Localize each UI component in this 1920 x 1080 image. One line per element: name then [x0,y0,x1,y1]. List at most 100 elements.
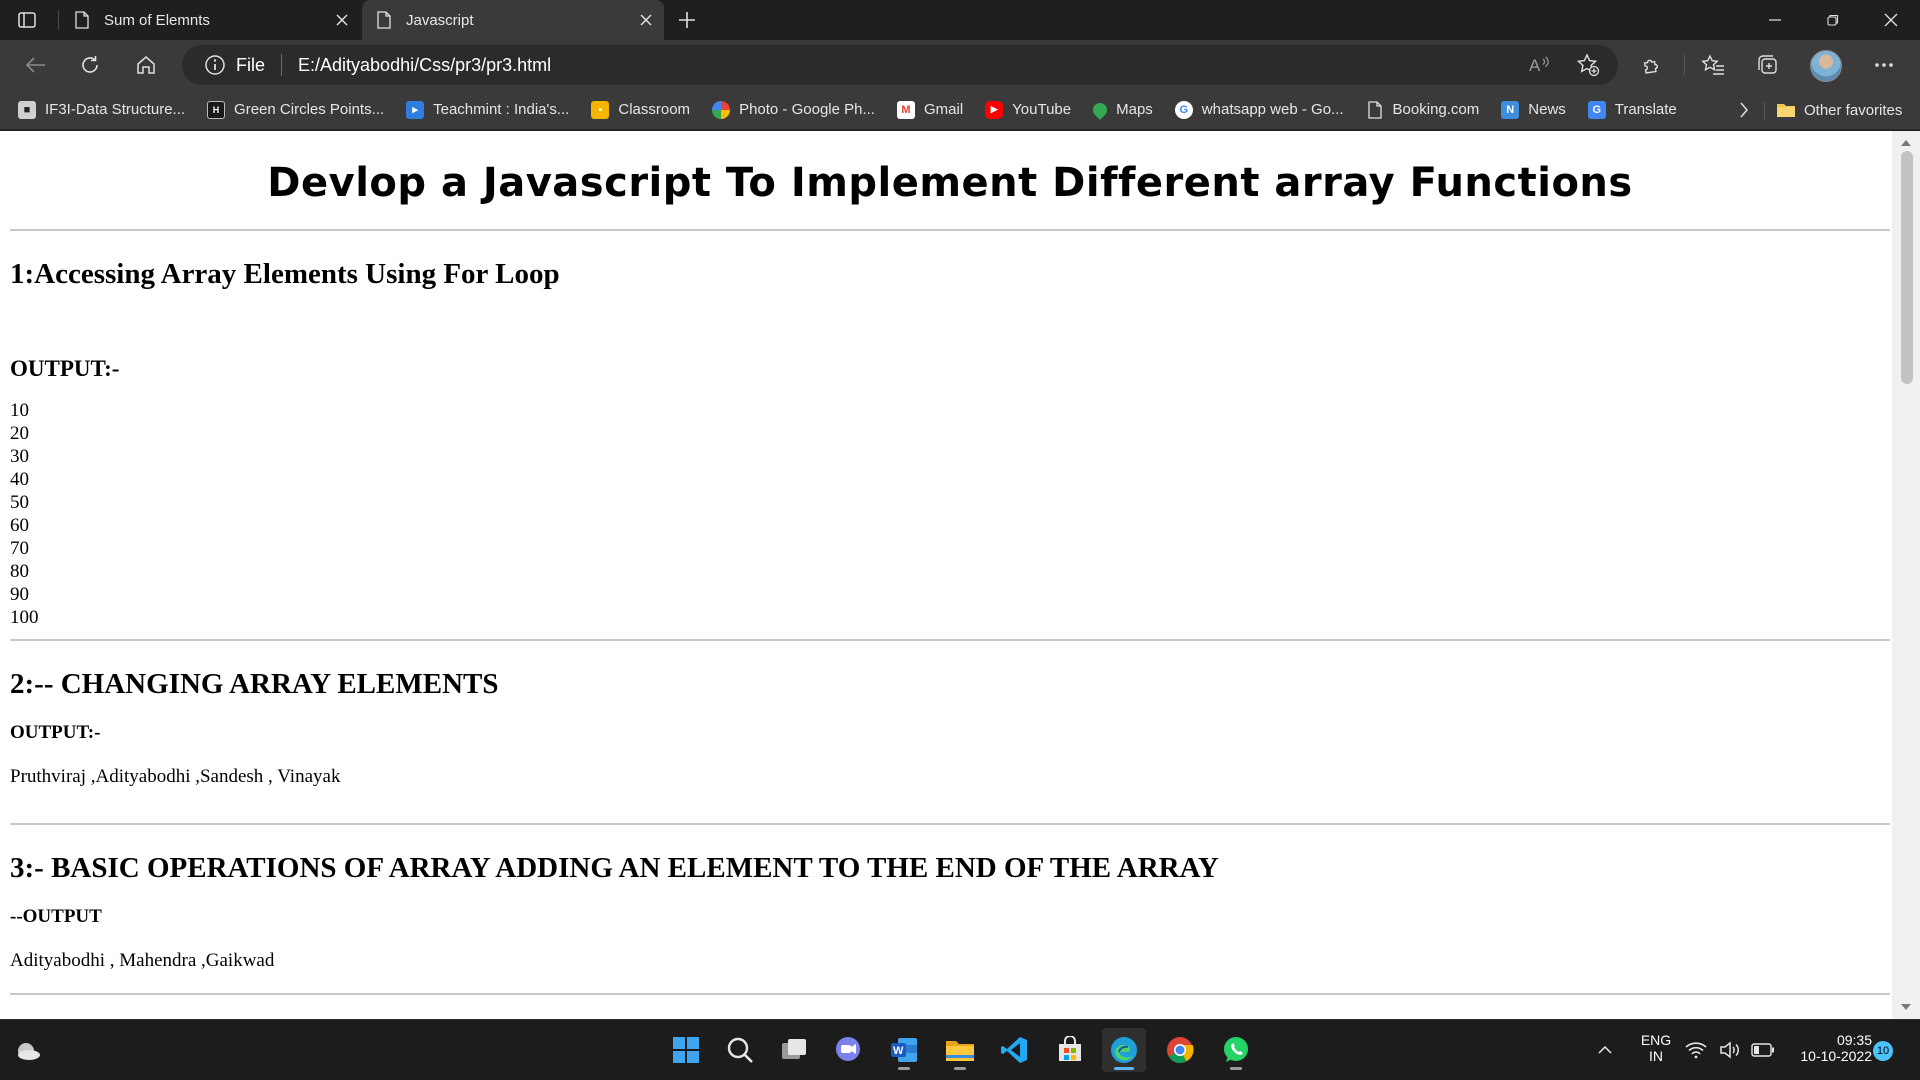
favorites-bar: ■ IF3I-Data Structure... H Green Circles… [0,90,1920,130]
edge-icon[interactable] [1102,1028,1146,1072]
whatsapp-icon[interactable] [1214,1028,1258,1072]
running-indicator [954,1067,966,1070]
favorite-youtube[interactable]: ▶ YouTube [985,100,1072,119]
file-explorer-icon[interactable] [938,1028,982,1072]
svg-text:W: W [893,1045,904,1057]
favorites-separator [1764,102,1765,120]
favorite-label: whatsapp web - Go... [1201,101,1344,118]
tab-sum-of-elements[interactable]: Sum of Elemnts [60,0,360,40]
read-aloud-icon[interactable]: A [1520,45,1560,85]
favorite-whatsapp-web[interactable]: G whatsapp web - Go... [1174,100,1344,119]
wifi-icon[interactable] [1682,1028,1710,1072]
tab-actions-icon[interactable] [14,8,40,32]
output-value: 20 [10,423,29,444]
tab-javascript[interactable]: Javascript [362,0,664,40]
favorite-maps[interactable]: Maps [1090,99,1153,120]
favorite-booking[interactable]: Booking.com [1366,100,1479,119]
page-icon [376,11,392,29]
task-view-icon[interactable] [772,1028,816,1072]
chrome-icon[interactable] [1158,1028,1202,1072]
divider [10,823,1890,825]
start-icon[interactable] [664,1028,708,1072]
favorite-google-photos[interactable]: Photo - Google Ph... [712,100,875,119]
navigation-toolbar: File E:/Adityabodhi/Css/pr3/pr3.html A [0,40,1920,90]
more-options-icon[interactable] [1864,45,1904,85]
favorite-label: YouTube [1012,101,1072,118]
tab-separator [58,10,59,30]
clock-date: 10-10-2022 [1800,1048,1872,1064]
battery-icon[interactable] [1748,1028,1778,1072]
scroll-up-icon[interactable] [1901,140,1911,146]
output-value: 60 [10,515,29,536]
microsoft-store-icon[interactable] [1048,1028,1092,1072]
scroll-down-icon[interactable] [1901,1004,1911,1010]
address-scheme-label: File [236,54,266,75]
other-favorites[interactable]: Other favorites [1776,90,1902,130]
google-classroom-icon: ▪ [591,100,610,119]
news-icon: N [1501,100,1520,119]
running-indicator [898,1067,910,1070]
notification-badge[interactable]: 10 [1873,1041,1893,1061]
divider [10,993,1890,995]
new-tab-button[interactable] [672,6,702,34]
back-button[interactable] [16,45,56,85]
collections-icon[interactable] [1748,45,1788,85]
output-value: 70 [10,538,29,559]
section-3-heading: 3:- BASIC OPERATIONS OF ARRAY ADDING AN … [10,852,1219,884]
vscode-icon[interactable] [992,1028,1036,1072]
add-favorite-icon[interactable] [1568,45,1608,85]
gmail-icon: M [896,100,915,119]
chevron-right-icon[interactable] [1730,90,1758,130]
google-maps-icon [1090,99,1111,120]
weather-icon[interactable] [6,1028,50,1072]
profile-avatar[interactable] [1810,50,1842,82]
section-1-heading: 1:Accessing Array Elements Using For Loo… [10,258,560,290]
address-url[interactable]: E:/Adityabodhi/Css/pr3/pr3.html [298,55,551,76]
favorite-gmail[interactable]: M Gmail [896,100,964,119]
refresh-button[interactable] [70,45,110,85]
close-icon[interactable] [628,0,664,40]
section-2-heading: 2:-- CHANGING ARRAY ELEMENTS [10,668,499,700]
search-icon[interactable] [718,1028,762,1072]
favorite-translate[interactable]: G Translate [1587,100,1677,119]
favorite-label: Maps [1116,101,1153,118]
favorite-label: Gmail [923,101,964,118]
toolbar-separator [1684,55,1685,75]
vertical-scrollbar[interactable] [1892,131,1920,1019]
hd-icon: H [207,100,226,119]
chevron-up-icon[interactable] [1590,1028,1620,1072]
home-button[interactable] [126,45,166,85]
word-icon[interactable]: W [882,1028,926,1072]
teams-chat-icon[interactable] [826,1028,870,1072]
divider [10,229,1890,231]
divider [10,639,1890,641]
address-bar[interactable]: File E:/Adityabodhi/Css/pr3/pr3.html A [182,45,1618,85]
favorite-if3i-data-structure[interactable]: ■ IF3I-Data Structure... [18,100,185,119]
page-icon [74,11,90,29]
info-icon[interactable] [204,54,226,76]
favorites-icon[interactable] [1693,45,1733,85]
favorite-classroom[interactable]: ▪ Classroom [591,100,691,119]
section-2-output-label: OUTPUT:- [10,722,101,743]
clock[interactable]: 09:35 10-10-2022 [1784,1032,1872,1064]
section-3-result: Adityabodhi , Mahendra ,Gaikwad [10,950,275,971]
close-icon[interactable] [324,0,360,40]
scrollbar-thumb[interactable] [1901,151,1913,384]
page-icon [1366,100,1384,119]
favorite-green-circles[interactable]: H Green Circles Points... [207,100,384,119]
favorite-label: Classroom [618,101,691,118]
language-indicator[interactable]: ENG IN [1636,1032,1676,1064]
favorite-teachmint[interactable]: ▸ Teachmint : India's... [406,100,569,119]
minimize-button[interactable] [1746,0,1804,40]
volume-icon[interactable] [1716,1028,1744,1072]
other-favorites-label: Other favorites [1804,101,1903,119]
classroom-icon: ■ [18,100,36,119]
close-window-button[interactable] [1862,0,1920,40]
section-1-output-list: 10 20 30 40 50 60 70 80 90 100 [10,399,1890,629]
extensions-icon[interactable] [1632,45,1672,85]
output-value: 90 [10,584,29,605]
restore-button[interactable] [1804,0,1862,40]
page-viewport: Devlop a Javascript To Implement Differe… [0,131,1920,1019]
favorite-news[interactable]: N News [1501,100,1566,119]
output-value: 50 [10,492,29,513]
